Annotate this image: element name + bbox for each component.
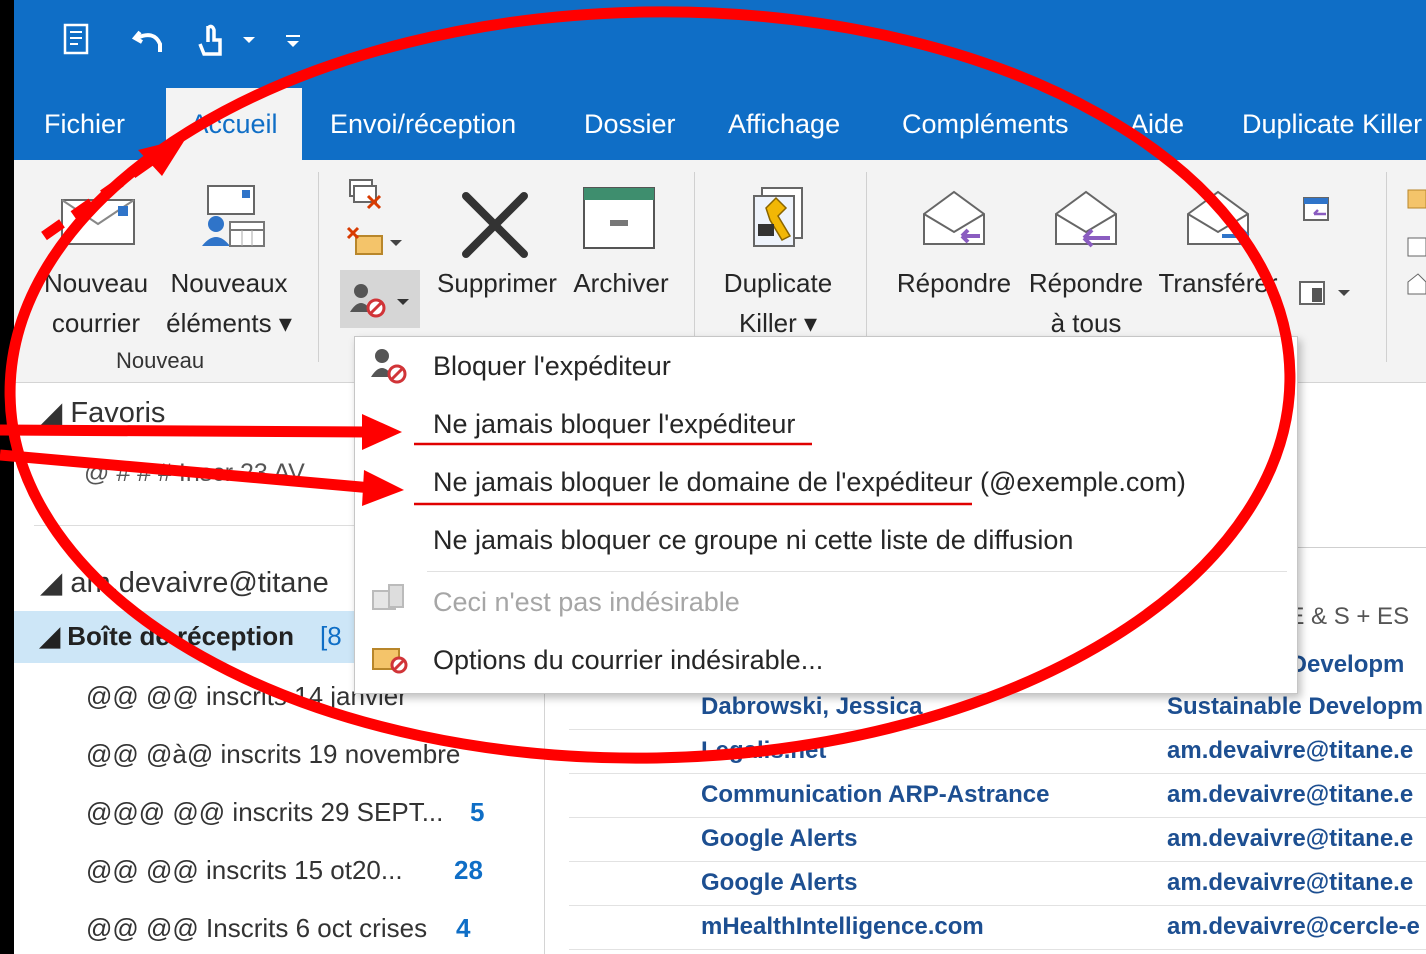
message-to: am.devaivre@titane.e [1167,869,1414,896]
block-sender-icon [348,282,388,323]
subfolder-item[interactable]: @@@ @@ inscrits 29 SEPT... 5 [14,793,544,837]
send-receive-all-icon[interactable] [62,22,96,62]
inbox-count: [8 [320,621,342,651]
inbox-label: ◢ Boîte de réception [40,621,295,651]
account-header[interactable]: ◢ am.devaivre@titane [40,565,329,600]
duplicate-killer-button[interactable]: Duplicate Killer ▾ [708,170,848,340]
archive-icon [582,186,656,255]
ribbon-separator [1386,172,1387,362]
new-mail-button[interactable]: Nouveau courrier [40,170,152,340]
meeting-reply-icon[interactable] [1302,196,1332,229]
message-sender: Communication ARP-Astrance [701,781,1050,808]
group-label-nouveau: Nouveau [116,348,205,373]
duplicate-killer-icon [746,184,812,257]
delete-button[interactable]: Supprimer [422,170,572,320]
new-items-label-1: Nouveaux [170,268,288,298]
qat-dropdown-icon[interactable] [240,30,274,70]
message-to: am.devaivre@cercle-e [1167,913,1420,940]
subfolder-name: @@ @@ inscrits 15 ot20... [86,855,403,885]
menu-item-not-junk[interactable]: Ceci n'est pas indésirable [433,587,740,618]
delete-label: Supprimer [437,268,557,298]
reply-button[interactable]: Répondre [888,170,1020,320]
new-items-icon [194,184,266,253]
not-junk-icon [369,581,409,622]
reply-all-label-1: Répondre [1028,268,1144,298]
tab-envoi-reception[interactable]: Envoi/réception [330,88,516,160]
tab-accueil[interactable]: Accueil [166,88,302,160]
favorites-header[interactable]: ◢ Favoris [40,395,165,430]
forward-button[interactable]: Transférer [1152,170,1284,320]
junk-dropdown-menu: Bloquer l'expéditeur Ne jamais bloquer l… [354,336,1298,694]
message-row[interactable]: Communication ARP-Astrance am.devaivre@t… [569,773,1426,818]
archive-label: Archiver [573,268,669,298]
ribbon-separator [866,172,867,362]
subfolder-name: @@ @@ Inscrits 6 oct crises [86,913,428,943]
more-respond-icon[interactable] [1298,278,1354,313]
message-sender: mHealthIntelligence.com [701,913,984,940]
message-sender: Dabrowski, Jessica [701,693,923,720]
tab-dossier[interactable]: Dossier [584,88,676,160]
menu-item-never-block-group[interactable]: Ne jamais bloquer ce groupe ni cette lis… [433,525,1073,556]
subfolder-name: @@ @à@ inscrits 19 novembre [86,739,461,769]
message-row[interactable]: Google Alerts am.devaivre@titane.e [569,817,1426,862]
message-row[interactable]: Google Alerts am.devaivre@titane.e [569,861,1426,906]
menu-item-never-block-domain[interactable]: Ne jamais bloquer le domaine de l'expédi… [433,467,1186,498]
new-mail-label-1: Nouveau [43,268,149,298]
menu-item-block-sender[interactable]: Bloquer l'expéditeur [433,351,671,382]
menu-separator [427,571,1287,572]
subfolder-name: @@@ @@ inscrits 29 SEPT... [86,797,444,827]
touch-mode-icon[interactable] [194,22,228,62]
tab-complements[interactable]: Compléments [902,88,1069,160]
junk-button[interactable] [340,270,420,328]
tab-affichage[interactable]: Affichage [728,88,840,160]
message-to: Sustainable Developm [1167,693,1424,720]
new-items-label-2: éléments ▾ [166,308,292,338]
block-sender-icon [369,347,409,390]
menu-item-junk-options[interactable]: Options du courrier indésirable... [433,645,823,676]
reply-all-icon [1050,188,1122,255]
duplicate-killer-label-1: Duplicate [723,268,833,298]
message-to: am.devaivre@titane.e [1167,781,1414,808]
message-to: am.devaivre@titane.e [1167,825,1414,852]
chevron-down-icon [396,294,410,312]
message-to: am.devaivre@titane.e [1167,737,1414,764]
tab-aide[interactable]: Aide [1130,88,1184,160]
clean-up-icon[interactable] [346,224,402,263]
message-row[interactable]: Legalis.net am.devaivre@titane.e [569,729,1426,774]
message-sender: Google Alerts [701,869,858,896]
unread-count: 5 [470,797,485,827]
junk-options-icon [369,639,409,680]
menu-item-never-block-sender[interactable]: Ne jamais bloquer l'expéditeur [433,409,795,440]
unread-count: 4 [456,913,471,943]
ignore-conversation-icon[interactable] [346,176,386,215]
ribbon-tabs: Fichier Accueil Envoi/réception Dossier … [14,88,1426,160]
quick-steps-icon[interactable] [1406,186,1426,301]
reply-all-button[interactable]: Répondre à tous [1020,170,1152,340]
tab-duplicate-killer[interactable]: Duplicate Killer [1242,88,1422,160]
delete-icon [460,190,530,265]
new-mail-label-2: courrier [51,308,141,338]
forward-label: Transférer [1158,268,1278,298]
new-mail-icon [60,196,136,251]
forward-icon [1182,188,1254,255]
subfolder-item[interactable]: @@ @à@ inscrits 19 novembre [14,735,544,779]
new-items-button[interactable]: Nouveaux éléments ▾ [164,170,294,340]
reply-icon [918,188,990,255]
message-row[interactable]: mHealthIntelligence.com am.devaivre@cerc… [569,905,1426,950]
tab-fichier[interactable]: Fichier [44,88,125,160]
subfolder-item[interactable]: @@ @@ Inscrits 6 oct crises 4 [14,909,544,953]
message-sender: Legalis.net [701,737,827,764]
title-bar [14,0,1426,88]
ribbon-separator [318,172,319,362]
subfolder-item[interactable]: @@ @@ inscrits 15 ot20... 28 [14,851,544,895]
reply-label: Répondre [896,268,1012,298]
favorite-folder-item[interactable]: @ # # # Inscr 23 AV [84,459,305,488]
outlook-window: Fichier Accueil Envoi/réception Dossier … [14,0,1426,954]
message-sender: Google Alerts [701,825,858,852]
undo-icon[interactable] [131,22,166,62]
customize-qat-icon[interactable] [282,30,316,70]
ribbon-separator [694,172,695,362]
archive-button[interactable]: Archiver [566,170,676,320]
unread-count: 28 [454,855,483,885]
